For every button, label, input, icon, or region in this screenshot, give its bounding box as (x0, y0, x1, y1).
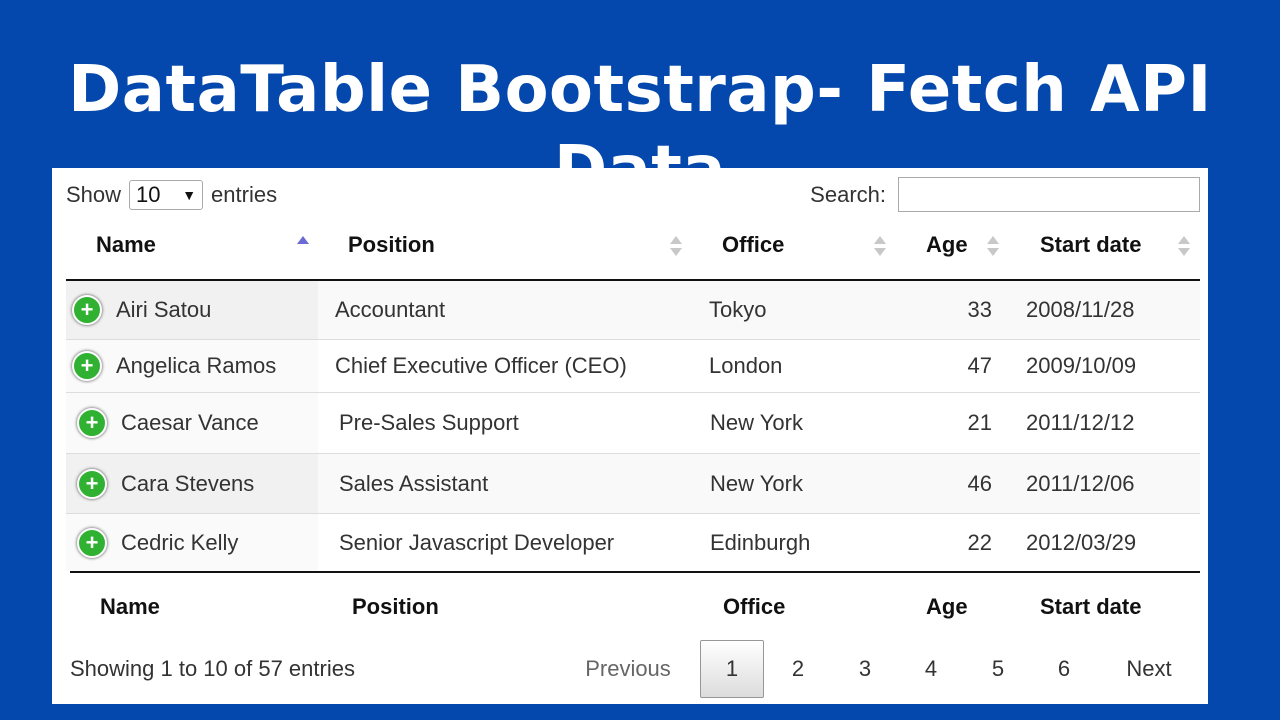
next-button[interactable]: Next (1112, 640, 1186, 698)
name-cell: + Cedric Kelly (77, 514, 238, 571)
age-cell: 46 (967, 470, 992, 496)
dropdown-arrow-icon: ▼ (182, 187, 197, 203)
plus-circle-icon[interactable]: + (72, 351, 102, 381)
plus-circle-icon[interactable]: + (77, 527, 107, 558)
start-date-cell: 2009/10/09 (1026, 353, 1137, 378)
datatable-panel: Show 10 ▼ entries Search: Name Position … (52, 168, 1208, 704)
page-length-value: 10 (136, 182, 161, 207)
sort-both-icon[interactable] (670, 232, 682, 260)
page-button-1[interactable]: 1 (700, 640, 764, 698)
entries-label: entries (211, 182, 278, 207)
employee-name: Airi Satou (116, 297, 212, 322)
position-cell: Accountant (335, 297, 446, 322)
table-row[interactable]: + Angelica Ramos Chief Executive Officer… (66, 340, 1200, 392)
footer-header-office: Office (723, 594, 786, 619)
table-info: Showing 1 to 10 of 57 entries (70, 656, 355, 681)
search-input[interactable] (898, 177, 1200, 212)
age-cell: 21 (967, 410, 992, 435)
office-cell: London (709, 353, 783, 378)
page-button-6[interactable]: 6 (1036, 640, 1092, 698)
page-button-3[interactable]: 3 (837, 640, 893, 698)
name-cell: + Airi Satou (72, 281, 211, 339)
footer-header-start-date: Start date (1040, 594, 1142, 619)
footer-divider (70, 571, 1200, 573)
employee-name: Cedric Kelly (121, 529, 239, 555)
footer-header-position: Position (352, 594, 439, 619)
name-cell: + Caesar Vance (77, 393, 259, 453)
page-length-control: Show 10 ▼ entries (66, 178, 277, 212)
employee-name: Angelica Ramos (116, 353, 277, 378)
column-header-start-date[interactable]: Start date (1040, 232, 1141, 258)
page-button-4[interactable]: 4 (903, 640, 959, 698)
sort-both-icon[interactable] (987, 232, 999, 260)
table-row[interactable]: + Cedric Kelly Senior Javascript Develop… (66, 514, 1200, 571)
plus-circle-icon[interactable]: + (77, 468, 107, 499)
footer-header-name: Name (100, 594, 160, 619)
position-cell: Pre-Sales Support (339, 410, 519, 435)
column-header-office[interactable]: Office (722, 232, 784, 258)
office-cell: New York (710, 410, 803, 435)
sort-ascending-icon[interactable] (297, 232, 309, 260)
table-row[interactable]: + Caesar Vance Pre-Sales Support New Yor… (66, 393, 1200, 453)
employee-name: Caesar Vance (121, 410, 259, 435)
page-button-2[interactable]: 2 (770, 640, 826, 698)
sort-both-icon[interactable] (1178, 232, 1190, 260)
position-cell: Chief Executive Officer (CEO) (335, 353, 627, 378)
start-date-cell: 2008/11/28 (1026, 297, 1135, 322)
position-cell: Senior Javascript Developer (339, 529, 615, 555)
footer-header-age: Age (926, 594, 968, 619)
age-cell: 22 (967, 529, 992, 555)
sort-both-icon[interactable] (874, 232, 886, 260)
column-header-position[interactable]: Position (348, 232, 435, 258)
table-row[interactable]: + Cara Stevens Sales Assistant New York … (66, 454, 1200, 513)
position-cell: Sales Assistant (339, 470, 489, 496)
page-length-select[interactable]: 10 ▼ (129, 180, 204, 210)
page-button-5[interactable]: 5 (970, 640, 1026, 698)
plus-circle-icon[interactable]: + (77, 408, 107, 438)
plus-circle-icon[interactable]: + (72, 295, 102, 325)
search-label: Search: (810, 181, 886, 207)
previous-button[interactable]: Previous (570, 640, 686, 698)
column-header-age[interactable]: Age (926, 232, 968, 258)
start-date-cell: 2011/12/12 (1026, 410, 1135, 435)
table-row[interactable]: + Airi Satou Accountant Tokyo 33 2008/11… (66, 281, 1200, 339)
age-cell: 33 (967, 297, 992, 322)
show-label: Show (66, 182, 122, 207)
employee-name: Cara Stevens (121, 470, 255, 496)
search-control: Search: (810, 177, 1200, 212)
name-cell: + Angelica Ramos (72, 340, 276, 392)
office-cell: Edinburgh (710, 529, 811, 555)
age-cell: 47 (967, 353, 992, 378)
name-cell: + Cara Stevens (77, 454, 254, 513)
office-cell: New York (710, 470, 803, 496)
start-date-cell: 2012/03/29 (1026, 529, 1137, 555)
start-date-cell: 2011/12/06 (1026, 470, 1135, 496)
column-header-name[interactable]: Name (96, 232, 156, 258)
office-cell: Tokyo (709, 297, 767, 322)
